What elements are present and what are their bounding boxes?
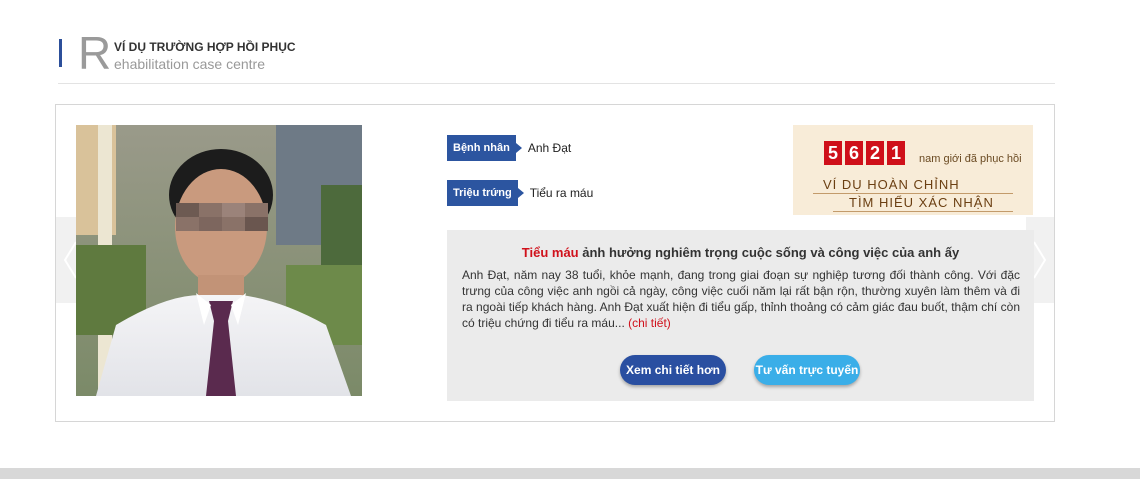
patient-name-row: Bệnh nhân Anh Đạt — [447, 135, 571, 161]
footer-bar — [0, 468, 1140, 479]
patient-name-label: Bệnh nhân — [447, 135, 522, 161]
case-headline-rest: ảnh hưởng nghiêm trọng cuộc sống và công… — [578, 245, 960, 260]
counter-digit: 6 — [845, 141, 863, 165]
header-accent-bar — [59, 39, 62, 67]
read-more-link[interactable]: (chi tiết) — [628, 316, 671, 330]
case-body-text: Anh Đạt, năm nay 38 tuổi, khỏe mạnh, đan… — [462, 267, 1020, 331]
counter-digit: 1 — [887, 141, 905, 165]
recovered-counter-banner[interactable]: 5 6 2 1 nam giới đã phục hồi VÍ DỤ HOÀN … — [793, 125, 1033, 215]
header-big-letter: R — [78, 27, 112, 79]
patient-portrait-image — [76, 125, 362, 396]
case-headline-highlight: Tiểu máu — [521, 245, 579, 260]
banner-line-1: VÍ DỤ HOÀN CHỈNH — [823, 177, 960, 192]
banner-line-2: TÌM HIỂU XÁC NHẬN — [849, 195, 994, 210]
header-divider — [58, 83, 1055, 84]
counter-digits: 5 6 2 1 — [824, 141, 908, 165]
case-body: Anh Đạt, năm nay 38 tuổi, khỏe mạnh, đan… — [462, 268, 1020, 330]
symptom-label: Triệu trứng — [447, 180, 524, 206]
patient-photo — [76, 125, 362, 396]
chevron-right-icon — [1033, 241, 1047, 279]
patient-symptom-row: Triệu trứng Tiểu ra máu — [447, 180, 593, 206]
section-subtitle: ehabilitation case centre — [114, 56, 265, 72]
case-description-panel: Tiểu máu ảnh hưởng nghiêm trọng cuộc sốn… — [447, 230, 1034, 401]
counter-digit: 2 — [866, 141, 884, 165]
banner-divider — [813, 193, 1013, 194]
counter-label: nam giới đã phục hồi — [919, 153, 1022, 165]
section-title: VÍ DỤ TRƯỜNG HỢP HỒI PHỤC — [114, 40, 296, 54]
symptom-value: Tiểu ra máu — [529, 186, 594, 200]
patient-name-value: Anh Đạt — [527, 141, 572, 155]
counter-digit: 5 — [824, 141, 842, 165]
case-headline: Tiểu máu ảnh hưởng nghiêm trọng cuộc sốn… — [447, 245, 1034, 260]
online-consult-button[interactable]: Tư vấn trực tuyến — [754, 355, 860, 385]
banner-divider — [833, 211, 1013, 212]
view-details-button[interactable]: Xem chi tiết hơn — [620, 355, 726, 385]
